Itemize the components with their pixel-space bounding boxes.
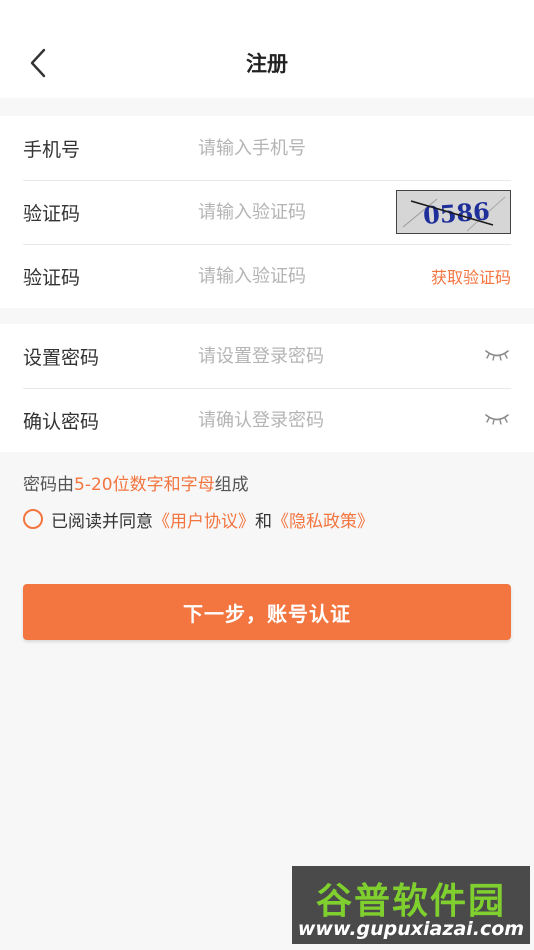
image-code-input[interactable] [198,195,388,229]
phone-label: 手机号 [23,138,81,161]
image-code-label: 验证码 [23,202,81,225]
watermark-logo: 谷普软件园 www.gupuxiazai.com [292,866,530,944]
rule-suffix: 组成 [214,475,249,495]
next-step-button[interactable]: 下一步，账号认证 [23,584,511,640]
confirm-password-label: 确认密码 [23,410,100,433]
agreement-connector: 和 [255,511,272,532]
agreement-prefix: 已阅读并同意 [51,511,153,532]
eye-closed-icon[interactable] [484,346,510,364]
set-password-label: 设置密码 [23,346,100,369]
privacy-policy-link[interactable]: 《隐私政策》 [272,507,374,532]
sms-code-label: 验证码 [23,266,81,289]
phone-input[interactable] [198,131,388,165]
set-password-row: 设置密码 [0,324,534,388]
user-agreement-link[interactable]: 《用户协议》 [153,507,255,532]
sms-code-row: 验证码 获取验证码 [0,244,534,308]
page-title: 注册 [246,52,288,76]
password-rule-hint: 密码由5-20位数字和字母组成 [23,470,249,495]
set-password-input[interactable] [198,339,388,373]
confirm-password-input[interactable] [198,403,388,437]
top-bar: 注册 [0,0,534,98]
captcha-text: 0586 [422,196,491,230]
phone-row: 手机号 [0,116,534,180]
watermark-title: 谷普软件园 [315,881,506,922]
image-code-row: 验证码 0586 [0,180,534,244]
rule-highlight: 5-20位数字和字母 [74,475,215,495]
rule-prefix: 密码由 [23,475,74,495]
agreement-row: 已阅读并同意 《用户协议》 和 《隐私政策》 [23,506,374,532]
eye-closed-icon[interactable] [484,410,510,428]
get-code-button[interactable]: 获取验证码 [431,264,511,288]
account-form-card: 手机号 验证码 0586 验证码 获取验证码 [0,116,534,308]
confirm-password-row: 确认密码 [0,388,534,452]
sms-code-input[interactable] [198,259,388,293]
agreement-radio[interactable] [23,509,43,529]
watermark-url: www.gupuxiazai.com [297,918,525,940]
password-form-card: 设置密码 确认密码 [0,324,534,452]
captcha-image[interactable]: 0586 [396,190,511,234]
